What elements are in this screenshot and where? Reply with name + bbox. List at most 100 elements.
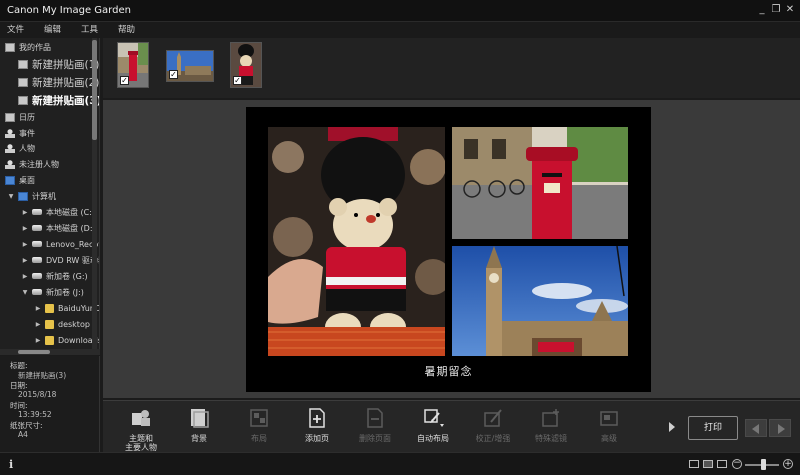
minimize-button[interactable]: _ xyxy=(756,4,768,16)
sidebar-item-events[interactable]: 事件 xyxy=(5,126,35,140)
collapsed-arrow-icon[interactable]: ▶ xyxy=(22,241,28,248)
print-button[interactable]: 打印 xyxy=(688,416,738,440)
collapsed-arrow-icon[interactable]: ▶ xyxy=(22,209,28,216)
sidebar-item-baidu-folder[interactable]: ▶ BaiduYunDownload xyxy=(35,301,99,315)
collapsed-arrow-icon[interactable]: ▶ xyxy=(35,337,41,344)
menu-file[interactable]: 文件 xyxy=(0,22,31,38)
expanded-arrow-icon[interactable]: ▼ xyxy=(8,193,14,200)
auto-layout-icon xyxy=(424,409,444,427)
thumbnail-checkbox[interactable]: ✓ xyxy=(120,76,129,85)
sidebar-item-desktop[interactable]: 桌面 xyxy=(5,173,35,187)
thumbnail-strip: ✓ ✓ ✓ xyxy=(103,38,800,98)
auto-layout-button[interactable]: 自动布局 xyxy=(407,407,459,443)
layout-button[interactable]: 布局 xyxy=(233,407,285,443)
sidebar-item-label: 日历 xyxy=(19,112,35,122)
sidebar-item-label: 新建拼贴画(3) xyxy=(32,94,100,107)
collapsed-arrow-icon[interactable]: ▶ xyxy=(22,273,28,280)
sidebar-item-label: 计算机 xyxy=(32,191,56,201)
sidebar-item-label: 新加卷 (G:) xyxy=(46,271,88,281)
menu-bar: 文件 编辑 工具 帮助 xyxy=(0,22,800,38)
sidebar-item-unregistered[interactable]: 未注册人物 xyxy=(5,157,59,171)
sidebar-item-desktop-folder[interactable]: ▶ desktop xyxy=(35,317,90,331)
previous-page-button[interactable] xyxy=(745,419,767,437)
info-icon[interactable]: i xyxy=(9,458,13,471)
sidebar-item-downloads-folder[interactable]: ▶ Downloads xyxy=(35,333,99,347)
sidebar-item-people[interactable]: 人物 xyxy=(5,141,35,155)
sidebar-item-lenovo-recovery[interactable]: ▶ Lenovo_Recovery xyxy=(22,237,99,251)
sidebar-item-drive-d[interactable]: ▶ 本地磁盘 (D:) xyxy=(22,221,96,235)
zoom-in-icon[interactable]: + xyxy=(783,459,793,469)
info-paper-value: A4 xyxy=(18,430,28,439)
sidebar-vertical-scrollbar[interactable] xyxy=(92,38,97,351)
background-button[interactable]: 背景 xyxy=(173,407,225,443)
advanced-button[interactable]: 高级 xyxy=(583,407,635,443)
sidebar-item-dvd-drive[interactable]: ▶ DVD RW 驱动器 xyxy=(22,253,99,267)
sidebar-item-calendar[interactable]: 日历 xyxy=(5,110,35,124)
collage-icon xyxy=(18,95,28,105)
tool-label: 特殊滤镜 xyxy=(535,434,567,443)
collapsed-arrow-icon[interactable]: ▶ xyxy=(35,321,41,328)
sidebar-tree: 我的作品 新建拼贴画(1) 新建拼贴画(2) 新建拼贴画(3) 日历 事件 人物… xyxy=(0,38,100,351)
thumbnail-teddy-bear[interactable]: ✓ xyxy=(230,42,262,88)
collapsed-arrow-icon[interactable]: ▶ xyxy=(35,305,41,312)
big-ben-photo xyxy=(452,246,628,356)
sidebar-item-collage-1[interactable]: 新建拼贴画(1) xyxy=(18,55,99,73)
close-button[interactable]: ✕ xyxy=(784,4,796,16)
photo-teddy-bear[interactable] xyxy=(268,127,445,356)
sidebar-item-label: 未注册人物 xyxy=(19,159,59,169)
tool-label: 背景 xyxy=(191,434,207,443)
thumbnail-big-ben[interactable]: ✓ xyxy=(166,50,214,82)
delete-page-button[interactable]: 删除页面 xyxy=(349,407,401,443)
collage-page[interactable]: 暑期留念 xyxy=(246,107,651,392)
sidebar-item-computer[interactable]: ▼ 计算机 xyxy=(8,189,56,203)
sidebar-horizontal-scrollbar[interactable] xyxy=(0,349,100,355)
collapsed-arrow-icon[interactable]: ▶ xyxy=(22,257,28,264)
title-bar: Canon My Image Garden _ ❐ ✕ xyxy=(0,0,800,22)
sidebar-item-label: 本地磁盘 (C:) xyxy=(46,207,96,217)
filmstrip-view-icon[interactable] xyxy=(689,460,699,468)
menu-tools[interactable]: 工具 xyxy=(74,22,105,38)
sidebar-item-collage-3[interactable]: 新建拼贴画(3) xyxy=(18,91,100,109)
menu-help[interactable]: 帮助 xyxy=(111,22,142,38)
theme-and-main-people-button[interactable]: 主题和 主要人物 xyxy=(115,407,167,452)
computer-icon xyxy=(18,191,28,201)
drive-icon xyxy=(32,209,42,215)
correct-enhance-button[interactable]: 校正/增强 xyxy=(467,407,519,443)
photo-big-ben[interactable] xyxy=(452,246,628,356)
sidebar-item-collage-2[interactable]: 新建拼贴画(2) xyxy=(18,73,99,91)
window-controls: _ ❐ ✕ xyxy=(756,4,796,16)
sidebar-item-label: 桌面 xyxy=(19,175,35,185)
zoom-slider-knob[interactable] xyxy=(761,459,766,470)
sidebar-item-my-works[interactable]: 我的作品 xyxy=(5,40,51,54)
thumbnail-red-postbox[interactable]: ✓ xyxy=(117,42,149,88)
add-page-button[interactable]: 添加页 xyxy=(291,407,343,443)
sidebar-item-drive-c[interactable]: ▶ 本地磁盘 (C:) xyxy=(22,205,95,219)
item-info-panel: 标题: 新建拼贴画(3) 日期: 2015/8/18 时间: 13:39:52 … xyxy=(0,356,100,452)
thumbnail-checkbox[interactable]: ✓ xyxy=(169,70,178,79)
status-bar: i − + xyxy=(0,452,800,475)
zoom-out-icon[interactable]: − xyxy=(732,459,742,469)
sidebar-item-drive-g[interactable]: ▶ 新加卷 (G:) xyxy=(22,269,88,283)
restore-button[interactable]: ❐ xyxy=(770,4,782,16)
expanded-arrow-icon[interactable]: ▼ xyxy=(22,289,28,296)
scrollbar-thumb[interactable] xyxy=(92,40,97,140)
page-view-icon[interactable] xyxy=(703,460,713,468)
tool-label: 高级 xyxy=(601,434,617,443)
menu-edit[interactable]: 编辑 xyxy=(37,22,68,38)
next-page-button[interactable] xyxy=(769,419,791,437)
drive-icon xyxy=(32,273,42,279)
fit-to-window-icon[interactable] xyxy=(717,460,727,468)
add-page-icon xyxy=(309,408,325,428)
special-filters-button[interactable]: 特殊滤镜 xyxy=(525,407,577,443)
delete-page-icon xyxy=(367,408,383,428)
tool-label: 添加页 xyxy=(305,434,329,443)
thumbnail-checkbox[interactable]: ✓ xyxy=(233,76,242,85)
scrollbar-thumb[interactable] xyxy=(18,350,50,354)
calendar-icon xyxy=(5,112,15,122)
photo-red-postbox[interactable] xyxy=(452,127,628,239)
tool-label: 布局 xyxy=(251,434,267,443)
toolbar-scroll-right-arrow[interactable] xyxy=(669,422,675,432)
sidebar-item-drive-j[interactable]: ▼ 新加卷 (J:) xyxy=(22,285,84,299)
collapsed-arrow-icon[interactable]: ▶ xyxy=(22,225,28,232)
page-caption[interactable]: 暑期留念 xyxy=(246,363,651,379)
